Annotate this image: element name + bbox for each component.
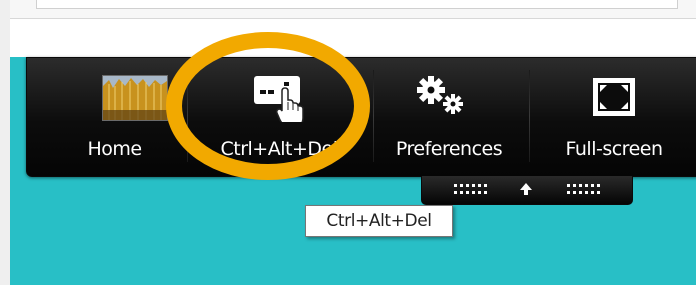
home-thumbnail [102, 75, 168, 121]
remote-toolbar: Home Ctrl+Alt+Del Preferences Full-scree… [26, 57, 696, 177]
separator [529, 70, 530, 162]
ctrl-alt-del-button[interactable]: Ctrl+Alt+Del [199, 58, 359, 176]
tooltip: Ctrl+Alt+Del [305, 205, 453, 237]
home-button[interactable]: Home [47, 58, 182, 176]
preferences-label: Preferences [395, 138, 503, 160]
toolbar-collapse-tab[interactable] [421, 176, 633, 205]
separator [373, 70, 374, 162]
ctrl-alt-del-icon [254, 76, 304, 122]
fullscreen-button[interactable]: Full-screen [539, 58, 689, 176]
left-gutter [0, 0, 10, 285]
fullscreen-icon [593, 78, 635, 116]
gears-icon [417, 76, 463, 114]
separator [187, 70, 188, 162]
preferences-button[interactable]: Preferences [379, 58, 519, 176]
home-label: Home [87, 138, 142, 160]
arrow-up-icon [520, 183, 532, 195]
page-strip [10, 19, 696, 57]
fullscreen-label: Full-screen [565, 138, 663, 160]
top-bar [10, 0, 696, 19]
top-bar-inner [36, 0, 678, 9]
ctrl-alt-del-label: Ctrl+Alt+Del [220, 138, 338, 160]
